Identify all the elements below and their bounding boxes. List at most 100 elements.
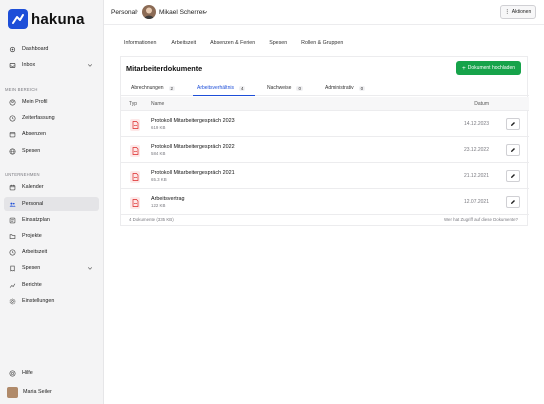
sidebar-item-label: Hilfe <box>22 370 33 376</box>
subtab-arbeitsverhaeltnis[interactable]: Arbeitsverhältnis 4 <box>197 85 246 91</box>
document-name[interactable]: Protokoll Mitarbeitergespräch 2023 <box>151 118 235 124</box>
gear-icon <box>9 46 16 53</box>
subtab-nachweise[interactable]: Nachweise 0 <box>267 85 303 91</box>
subtab-label: Nachweise <box>267 85 292 91</box>
tab-arbeitszeit[interactable]: Arbeitszeit <box>171 40 196 46</box>
pencil-icon <box>511 122 515 126</box>
column-header-type[interactable]: Typ <box>129 101 137 107</box>
user-icon <box>9 99 16 106</box>
sidebar-item-label: Mein Profil <box>22 99 48 105</box>
users-icon <box>9 201 16 208</box>
sidebar-item-label: Einstellungen <box>22 298 55 304</box>
sidebar-item-absences[interactable]: Absenzen <box>4 127 99 141</box>
app-logo[interactable]: hakuna <box>8 9 85 29</box>
sidebar-item-reports[interactable]: Berichte <box>4 278 99 292</box>
documents-card: Mitarbeiterdokumente + Dokument hochlade… <box>120 56 529 226</box>
subtab-administrativ[interactable]: Administrativ 0 <box>325 85 366 91</box>
access-info-link[interactable]: Wer hat Zugriff auf diese Dokumente? <box>444 217 518 222</box>
actions-button[interactable]: ⋮ Aktionen <box>500 5 536 19</box>
sidebar-item-company-expenses[interactable]: Spesen <box>4 261 99 275</box>
edit-button[interactable] <box>506 170 520 182</box>
document-name[interactable]: Protokoll Mitarbeitergespräch 2021 <box>151 170 235 176</box>
sidebar-item-expenses[interactable]: Spesen <box>4 144 99 158</box>
upload-label: Dokument hochladen <box>467 65 516 71</box>
folder-icon <box>9 233 16 240</box>
document-size: 65.3 KB <box>151 177 167 182</box>
sidebar-item-label: Zeiterfassung <box>22 115 55 121</box>
tab-rollen[interactable]: Rollen & Gruppen <box>301 40 343 46</box>
table-row[interactable]: Protokoll Mitarbeitergespräch 2021 65.3 … <box>121 164 529 189</box>
inbox-icon <box>9 62 16 69</box>
clock-icon <box>9 115 16 122</box>
sidebar-item-calendar[interactable]: Kalender <box>4 180 99 194</box>
subtab-label: Arbeitsverhältnis <box>197 85 234 91</box>
sidebar-item-worktime[interactable]: Arbeitszeit <box>4 245 99 259</box>
more-vertical-icon: ⋮ <box>504 9 510 15</box>
pdf-file-icon <box>130 119 140 131</box>
document-name[interactable]: Arbeitsvertrag <box>151 196 185 202</box>
sidebar-item-label: Inbox <box>22 62 36 68</box>
sidebar-item-profile[interactable]: Mein Profil <box>4 95 99 109</box>
section-label-company: UNTERNEHMEN <box>5 172 40 177</box>
chevron-down-icon[interactable] <box>202 9 208 15</box>
plus-icon: + <box>461 64 466 72</box>
document-size: 122 KB <box>151 203 166 208</box>
sidebar-item-settings[interactable]: Einstellungen <box>4 294 99 308</box>
column-header-name[interactable]: Name <box>151 101 164 107</box>
clock-icon <box>9 249 16 256</box>
sidebar-item-time-tracking[interactable]: Zeiterfassung <box>4 111 99 125</box>
sidebar-item-label: Absenzen <box>22 131 46 137</box>
count-badge: 4 <box>238 85 246 91</box>
sidebar-item-label: Kalender <box>22 184 44 190</box>
chevron-down-icon <box>87 64 93 67</box>
document-date: 21.12.2021 <box>463 173 489 179</box>
tab-spesen[interactable]: Spesen <box>269 40 287 46</box>
edit-button[interactable] <box>506 118 520 130</box>
help-icon <box>9 370 16 377</box>
pencil-icon <box>511 148 515 152</box>
document-category-tabs: Abrechnungen 2 Arbeitsverhältnis 4 Nachw… <box>121 80 529 96</box>
subtab-abrechnungen[interactable]: Abrechnungen 2 <box>131 85 176 91</box>
sidebar-item-projects[interactable]: Projekte <box>4 229 99 243</box>
sidebar-item-help[interactable]: Hilfe <box>4 366 99 380</box>
sidebar-item-label: Dashboard <box>22 46 49 52</box>
person-name[interactable]: Mikael Scherrer <box>159 9 205 16</box>
upload-document-button[interactable]: + Dokument hochladen <box>456 61 521 75</box>
subtab-label: Abrechnungen <box>131 85 164 91</box>
sidebar-item-label: Personal <box>22 201 44 207</box>
tab-informationen[interactable]: Informationen <box>124 40 156 46</box>
table-row[interactable]: Protokoll Mitarbeitergespräch 2022 584 K… <box>121 138 529 163</box>
table-row[interactable]: Protokoll Mitarbeitergespräch 2023 619 K… <box>121 112 529 137</box>
edit-button[interactable] <box>506 196 520 208</box>
active-tab-indicator <box>193 95 255 96</box>
top-bar: Personal › Mikael Scherrer ⋮ Aktionen <box>104 0 544 25</box>
sidebar-item-inbox[interactable]: Inbox <box>4 58 99 72</box>
user-menu[interactable]: Maria Seiler <box>4 385 99 399</box>
sidebar-item-dashboard[interactable]: Dashboard <box>4 42 99 56</box>
edit-button[interactable] <box>506 144 520 156</box>
logo-mark-icon <box>8 9 28 29</box>
avatar <box>7 386 18 398</box>
document-size: 619 KB <box>151 125 166 130</box>
card-title: Mitarbeiterdokumente <box>126 64 203 73</box>
receipt-icon <box>9 265 16 272</box>
count-badge: 0 <box>296 85 303 91</box>
breadcrumb-root[interactable]: Personal <box>111 9 137 16</box>
app-name: hakuna <box>31 10 85 28</box>
tab-absenzen[interactable]: Absenzen & Ferien <box>210 40 255 46</box>
sidebar-item-schedule[interactable]: Einsatzplan <box>4 213 99 227</box>
pdf-file-icon <box>130 197 140 209</box>
actions-label: Aktionen <box>511 9 532 15</box>
count-badge: 0 <box>358 85 366 91</box>
subtab-label: Administrativ <box>325 85 354 91</box>
sidebar-item-label: Projekte <box>22 233 42 239</box>
calendar-icon <box>9 184 16 191</box>
globe-icon <box>9 148 16 155</box>
table-row[interactable]: Arbeitsvertrag 122 KB 12.07.2021 <box>121 190 529 215</box>
sidebar-item-personal[interactable]: Personal <box>4 197 99 211</box>
settings-icon <box>9 298 16 305</box>
document-date: 12.07.2021 <box>463 199 489 205</box>
count-badge: 2 <box>168 85 176 91</box>
document-name[interactable]: Protokoll Mitarbeitergespräch 2022 <box>151 144 235 150</box>
column-header-date[interactable]: Datum <box>474 101 489 107</box>
